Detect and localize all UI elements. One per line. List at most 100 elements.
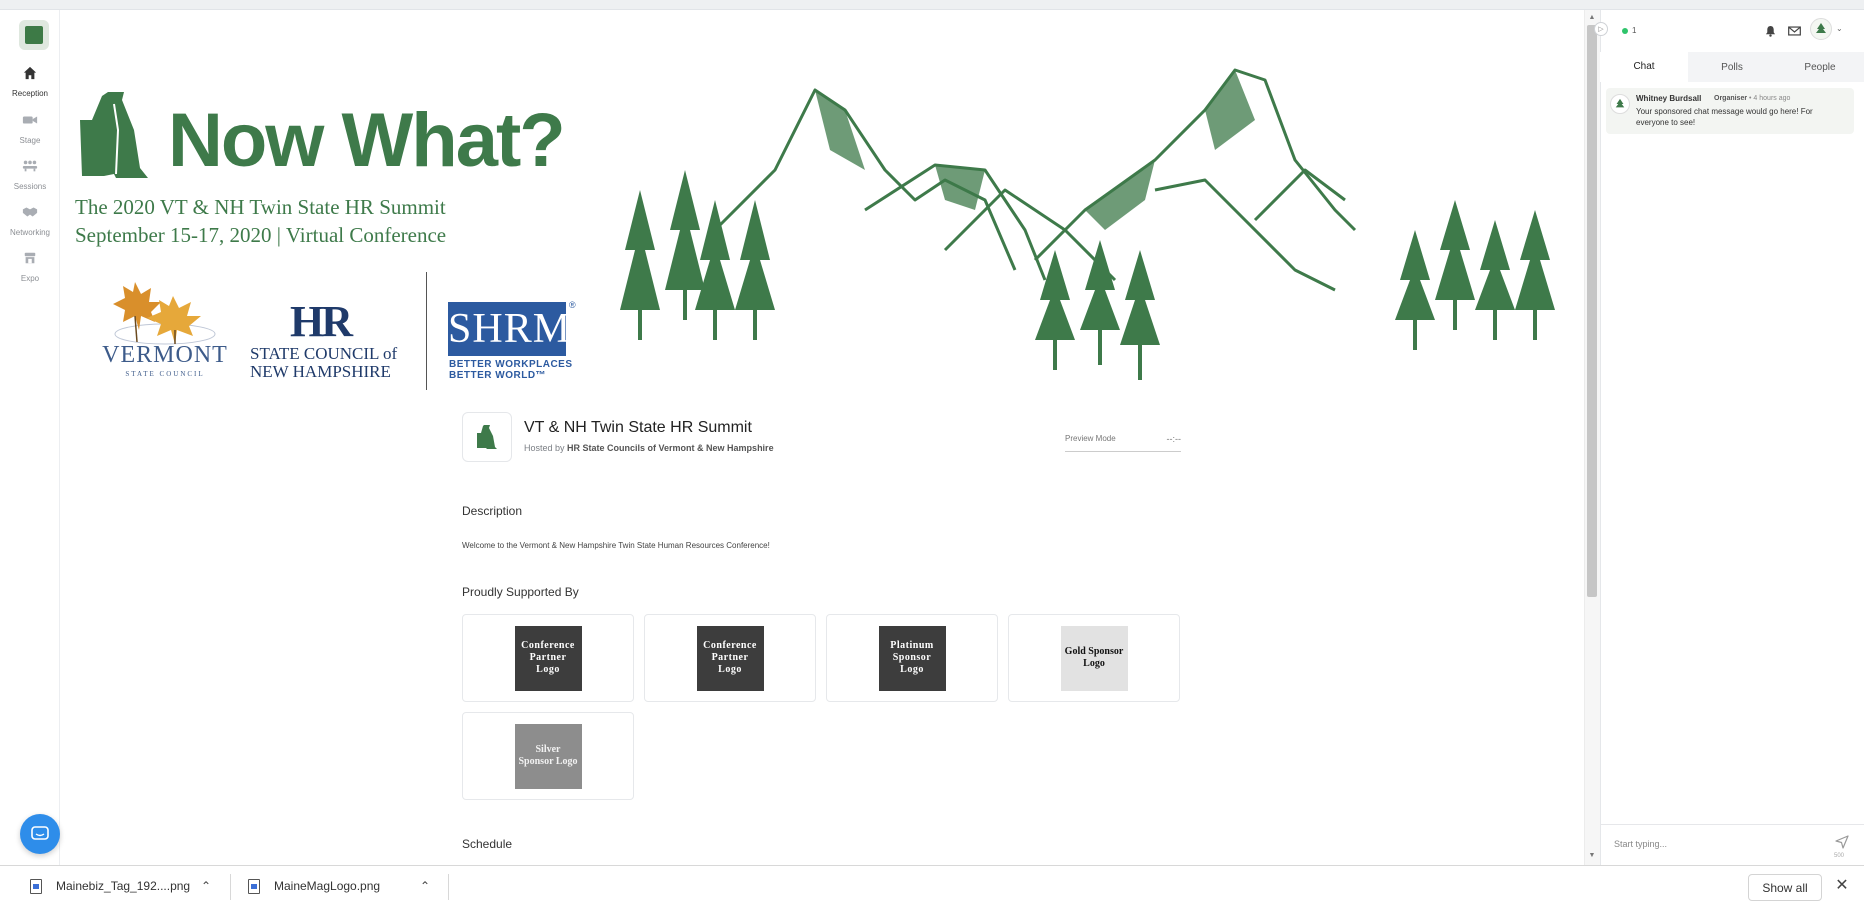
- home-icon: [19, 62, 41, 84]
- message-avatar[interactable]: [1610, 94, 1630, 114]
- download-separator: [230, 874, 231, 900]
- event-banner: Now What? The 2020 VT & NH Twin State HR…: [60, 10, 1584, 400]
- message-time: • 4 hours ago: [1749, 95, 1791, 102]
- sponsor-logo: Platinum Sponsor Logo: [878, 625, 946, 691]
- vermont-state-council-text: STATE COUNCIL: [125, 370, 205, 378]
- schedule-heading: Schedule: [462, 837, 513, 851]
- chevron-down-icon[interactable]: ⌄: [1836, 24, 1843, 33]
- top-strip: [0, 0, 1864, 10]
- collapse-panel-icon[interactable]: ▷: [1594, 22, 1608, 36]
- nav-item-expo[interactable]: Expo: [4, 243, 56, 293]
- nav-label-sessions: Sessions: [13, 182, 47, 191]
- handshake-icon: [19, 201, 41, 223]
- scroll-down-icon[interactable]: ▼: [1587, 852, 1597, 860]
- mail-icon[interactable]: [1786, 23, 1802, 39]
- message-text: Your sponsored chat message would go her…: [1636, 107, 1813, 127]
- file-icon: [30, 878, 42, 894]
- shrm-tagline-line-1: BETTER WORKPLACES: [449, 359, 573, 370]
- banner-subtitle-line-1: The 2020 VT & NH Twin State HR Summit: [75, 195, 446, 219]
- shrm-logo: SHRM: [448, 302, 570, 356]
- show-all-button[interactable]: Show all: [1748, 874, 1822, 901]
- nav-item-networking[interactable]: Networking: [4, 197, 56, 247]
- sponsor-card[interactable]: Conference Partner Logo: [644, 614, 816, 702]
- people-table-icon: [19, 155, 41, 177]
- message-role: Organiser: [1714, 95, 1748, 102]
- nav-item-reception[interactable]: Reception: [4, 58, 56, 108]
- send-icon[interactable]: [1835, 835, 1849, 849]
- download-filename: Mainebiz_Tag_192....png: [56, 879, 191, 893]
- sponsor-card[interactable]: Conference Partner Logo: [462, 614, 634, 702]
- hr-state-council-text: STATE COUNCIL of: [250, 344, 398, 363]
- sponsor-card[interactable]: Silver Sponsor Logo: [462, 712, 634, 800]
- hosted-by-prefix: Hosted by: [524, 443, 568, 453]
- message-meta: Organiser • 4 hours ago: [1714, 95, 1790, 102]
- user-avatar[interactable]: [1810, 18, 1832, 40]
- shrm-tagline-line-2: BETTER WORLD™: [449, 370, 547, 381]
- banner-subtitle-line-2: September 15-17, 2020 | Virtual Conferen…: [75, 223, 447, 247]
- event-title: VT & NH Twin State HR Summit: [524, 419, 752, 436]
- sponsor-card[interactable]: Platinum Sponsor Logo: [826, 614, 998, 702]
- chevron-up-icon[interactable]: ⌃: [418, 879, 432, 893]
- download-item[interactable]: Mainebiz_Tag_192....png: [30, 866, 190, 905]
- preview-mode-timer: --:--: [1166, 434, 1182, 444]
- event-logo-icon[interactable]: [19, 20, 49, 50]
- hr-logo-text: HR: [290, 297, 353, 346]
- left-navigation: Reception Stage Sessions Networking Expo: [0, 10, 60, 865]
- nav-item-sessions[interactable]: Sessions: [4, 151, 56, 201]
- preview-mode-field: Preview Mode --:--: [1065, 430, 1181, 452]
- nav-label-expo: Expo: [20, 274, 40, 283]
- downloads-bar: Mainebiz_Tag_192....png ⌃ MaineMagLogo.p…: [0, 865, 1864, 905]
- new-hampshire-vermont-map-icon: [80, 92, 148, 178]
- file-icon: [248, 878, 260, 894]
- banner-subtitle: The 2020 VT & NH Twin State HR Summit Se…: [75, 193, 446, 249]
- main-scrollbar-thumb[interactable]: [1587, 25, 1597, 597]
- hr-new-hampshire-text: NEW HAMPSHIRE: [250, 362, 391, 381]
- nav-label-stage: Stage: [19, 136, 41, 145]
- tab-people[interactable]: People: [1776, 52, 1864, 82]
- chat-support-button[interactable]: [20, 814, 60, 854]
- close-icon[interactable]: ✕: [1832, 876, 1852, 896]
- event-host-name[interactable]: HR State Councils of Vermont & New Hamps…: [567, 443, 774, 453]
- sponsor-card[interactable]: Gold Sponsor Logo: [1008, 614, 1180, 702]
- sponsors-heading: Proudly Supported By: [462, 585, 579, 599]
- sponsor-logo: Conference Partner Logo: [696, 625, 764, 691]
- download-filename: MaineMagLogo.png: [274, 879, 381, 893]
- online-count: 1: [1622, 26, 1636, 35]
- tree-icon: [1816, 23, 1826, 33]
- event-map-icon: [477, 425, 497, 449]
- video-camera-icon: [19, 109, 41, 131]
- scroll-up-icon[interactable]: ▲: [1587, 14, 1597, 22]
- online-dot-icon: [1622, 27, 1628, 34]
- chevron-up-icon[interactable]: ⌃: [199, 879, 213, 893]
- download-separator: [448, 874, 449, 900]
- tab-chat[interactable]: Chat: [1600, 52, 1688, 82]
- shrm-registered-mark: ®: [569, 300, 576, 310]
- message-bubble-icon: [31, 826, 49, 840]
- tab-polls[interactable]: Polls: [1688, 52, 1776, 82]
- bell-icon[interactable]: [1762, 23, 1778, 39]
- event-logo: [462, 412, 512, 462]
- message-author[interactable]: Whitney Burdsall: [1636, 94, 1701, 103]
- vermont-wordmark: VERMONT: [102, 342, 228, 368]
- sponsor-logo: Silver Sponsor Logo: [514, 723, 582, 789]
- nav-item-stage[interactable]: Stage: [4, 105, 56, 155]
- chat-panel: [1600, 10, 1864, 865]
- download-item[interactable]: MaineMagLogo.png: [248, 866, 380, 905]
- description-text: Welcome to the Vermont & New Hampshire T…: [462, 541, 770, 550]
- booth-icon: [19, 247, 41, 269]
- preview-mode-label: Preview Mode: [1065, 434, 1116, 443]
- sponsor-logo: Gold Sponsor Logo: [1060, 625, 1128, 691]
- mountains-illustration-icon: [620, 68, 1555, 380]
- chat-composer: 500: [1600, 824, 1864, 865]
- sponsor-logo: Conference Partner Logo: [514, 625, 582, 691]
- chat-input[interactable]: [1614, 837, 1824, 851]
- logo-divider: [426, 272, 427, 390]
- main-content: Now What? The 2020 VT & NH Twin State HR…: [60, 10, 1584, 865]
- banner-title: Now What?: [168, 98, 566, 183]
- nav-label-networking: Networking: [9, 228, 50, 237]
- event-hosted-by: Hosted by HR State Councils of Vermont &…: [524, 443, 774, 453]
- chat-tabs: Chat Polls People: [1600, 52, 1864, 82]
- shrm-tagline: BETTER WORKPLACES BETTER WORLD™: [449, 359, 573, 381]
- nav-label-reception: Reception: [11, 89, 49, 98]
- description-heading: Description: [462, 504, 523, 518]
